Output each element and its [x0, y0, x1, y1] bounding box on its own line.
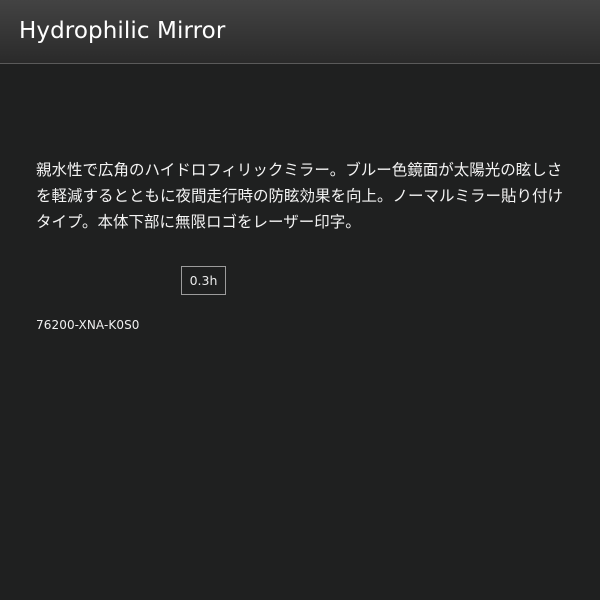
- product-description: 親水性で広角のハイドロフィリックミラー。ブルー色鏡面が太陽光の眩しさを軽減すると…: [36, 161, 564, 231]
- page-title: Hydrophilic Mirror: [19, 17, 226, 44]
- labor-time-badge: 0.3h: [181, 266, 226, 295]
- part-number: 76200-XNA-K0S0: [36, 318, 140, 332]
- product-detail: 親水性で広角のハイドロフィリックミラー。ブルー色鏡面が太陽光の眩しさを軽減すると…: [0, 64, 600, 600]
- page-header: Hydrophilic Mirror: [0, 0, 600, 64]
